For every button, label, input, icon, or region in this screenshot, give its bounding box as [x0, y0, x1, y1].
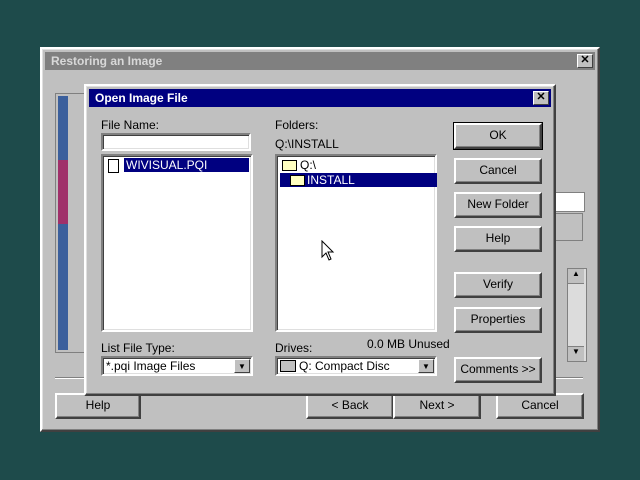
- folder-open-icon: [282, 160, 297, 171]
- close-icon[interactable]: ✕: [533, 91, 549, 105]
- help-button[interactable]: Help: [55, 393, 141, 419]
- file-item-label: WIVISUAL.PQI: [124, 158, 249, 172]
- unused-space: 0.0 MB Unused: [367, 337, 450, 351]
- verify-button[interactable]: Verify: [454, 272, 542, 298]
- list-item[interactable]: WIVISUAL.PQI: [106, 158, 249, 173]
- list-file-type-label: List File Type:: [101, 341, 175, 355]
- drives-label: Drives:: [275, 341, 313, 355]
- folder-label: Q:\: [300, 158, 317, 172]
- folder-item-root[interactable]: Q:\: [280, 158, 430, 172]
- file-type-value: *.pqi Image Files: [106, 359, 196, 373]
- new-folder-button[interactable]: New Folder: [454, 192, 542, 218]
- file-name-input[interactable]: [101, 133, 251, 151]
- drive-select[interactable]: Q: Compact Disc ▼: [275, 356, 437, 376]
- restoring-window-titlebar: Restoring an Image ✕: [45, 52, 595, 70]
- open-image-dialog: Open Image File ✕ File Name: WIVISUAL.PQ…: [84, 84, 556, 396]
- open-image-dialog-titlebar: Open Image File ✕: [89, 89, 551, 107]
- chevron-down-icon[interactable]: ▼: [418, 359, 434, 373]
- cursor-icon: [321, 240, 335, 261]
- dialog-title: Open Image File: [95, 91, 188, 105]
- folder-tree[interactable]: Q:\ INSTALL: [275, 154, 437, 332]
- next-button[interactable]: Next >: [393, 393, 481, 419]
- file-type-select[interactable]: *.pqi Image Files ▼: [101, 356, 253, 376]
- cancel-button[interactable]: Cancel: [454, 158, 542, 184]
- folder-open-icon: [290, 175, 305, 186]
- restoring-window-title: Restoring an Image: [51, 54, 163, 68]
- folders-label: Folders:: [275, 118, 319, 132]
- current-path: Q:\INSTALL: [275, 137, 339, 151]
- hidden-list-scrollbar[interactable]: ▲ ▼: [567, 268, 587, 362]
- back-button[interactable]: < Back: [306, 393, 394, 419]
- chevron-down-icon[interactable]: ▼: [234, 359, 250, 373]
- comments-button[interactable]: Comments >>: [454, 357, 542, 383]
- wizard-graphic: [55, 93, 85, 353]
- cancel-button[interactable]: Cancel: [496, 393, 584, 419]
- folder-item-install[interactable]: INSTALL: [280, 173, 437, 187]
- file-name-label: File Name:: [101, 118, 160, 132]
- file-list[interactable]: WIVISUAL.PQI: [101, 154, 253, 332]
- cd-drive-icon: [280, 360, 296, 372]
- properties-button[interactable]: Properties: [454, 307, 542, 333]
- drive-value: Q: Compact Disc: [299, 359, 390, 373]
- ok-button[interactable]: OK: [453, 122, 543, 150]
- document-icon: [108, 159, 119, 173]
- folder-label: INSTALL: [307, 173, 355, 187]
- close-icon[interactable]: ✕: [577, 54, 593, 68]
- help-button[interactable]: Help: [454, 226, 542, 252]
